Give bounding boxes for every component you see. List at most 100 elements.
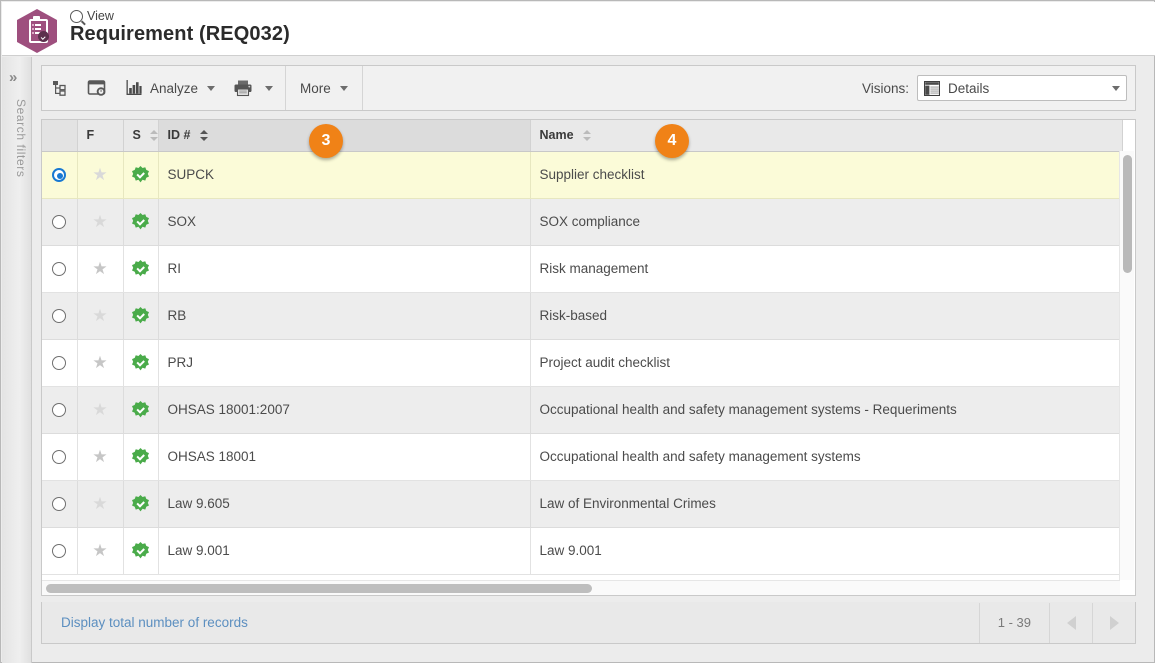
table-row[interactable]: ★ Law 9.605 Law of Environmental Crimes bbox=[42, 480, 1123, 528]
row-favorite-cell[interactable]: ★ bbox=[77, 339, 124, 387]
green-check-badge-icon[interactable] bbox=[132, 401, 149, 418]
table-horizontal-scrollbar[interactable] bbox=[42, 580, 1120, 595]
row-id-cell[interactable]: SOX bbox=[158, 198, 531, 246]
row-status-cell[interactable] bbox=[123, 245, 159, 293]
green-check-badge-icon[interactable] bbox=[132, 354, 149, 371]
row-status-cell[interactable] bbox=[123, 292, 159, 340]
row-favorite-cell[interactable]: ★ bbox=[77, 292, 124, 340]
star-icon[interactable]: ★ bbox=[92, 494, 107, 513]
green-check-badge-icon[interactable] bbox=[132, 448, 149, 465]
green-check-badge-icon[interactable] bbox=[132, 260, 149, 277]
chevron-down-icon[interactable] bbox=[265, 85, 274, 91]
column-header-status[interactable]: S bbox=[123, 120, 159, 152]
row-status-cell[interactable] bbox=[123, 386, 159, 434]
star-icon[interactable]: ★ bbox=[92, 212, 107, 231]
row-radio[interactable] bbox=[52, 403, 67, 418]
row-favorite-cell[interactable]: ★ bbox=[77, 245, 124, 293]
star-icon[interactable]: ★ bbox=[92, 447, 107, 466]
row-name-cell[interactable]: Law of Environmental Crimes bbox=[530, 480, 1123, 528]
chevron-down-icon[interactable] bbox=[207, 85, 216, 91]
row-favorite-cell[interactable]: ★ bbox=[77, 480, 124, 528]
column-header-id[interactable]: ID # bbox=[158, 120, 531, 152]
row-radio[interactable] bbox=[52, 262, 67, 277]
star-icon[interactable]: ★ bbox=[92, 353, 107, 372]
table-row[interactable]: ★ OHSAS 18001 Occupational health and sa… bbox=[42, 433, 1123, 481]
row-id-cell[interactable]: Law 9.001 bbox=[158, 527, 531, 575]
previous-page-button[interactable] bbox=[1049, 602, 1092, 643]
analyze-button[interactable]: Analyze bbox=[116, 66, 224, 110]
row-status-cell[interactable] bbox=[123, 480, 159, 528]
row-status-cell[interactable] bbox=[123, 433, 159, 481]
column-header-name[interactable]: Name bbox=[530, 120, 1123, 152]
green-check-badge-icon[interactable] bbox=[132, 542, 149, 559]
row-id-cell[interactable]: PRJ bbox=[158, 339, 531, 387]
row-name-cell[interactable]: Risk-based bbox=[530, 292, 1123, 340]
row-radio[interactable] bbox=[52, 497, 67, 512]
row-radio[interactable] bbox=[52, 309, 67, 324]
row-status-cell[interactable] bbox=[123, 527, 159, 575]
horizontal-scroll-thumb[interactable] bbox=[46, 584, 592, 593]
green-check-badge-icon[interactable] bbox=[132, 495, 149, 512]
row-select-cell[interactable] bbox=[42, 527, 78, 575]
table-row[interactable]: ★ SOX SOX compliance bbox=[42, 198, 1123, 246]
row-id-cell[interactable]: RB bbox=[158, 292, 531, 340]
table-row[interactable]: ★ OHSAS 18001:2007 Occupational health a… bbox=[42, 386, 1123, 434]
history-button[interactable] bbox=[78, 66, 116, 110]
row-radio[interactable] bbox=[52, 544, 67, 559]
row-favorite-cell[interactable]: ★ bbox=[77, 198, 124, 246]
row-select-cell[interactable] bbox=[42, 245, 78, 293]
row-name-cell[interactable]: Law 9.001 bbox=[530, 527, 1123, 575]
print-options-button[interactable] bbox=[263, 66, 285, 110]
row-select-cell[interactable] bbox=[42, 339, 78, 387]
green-check-badge-icon[interactable] bbox=[132, 166, 149, 183]
row-status-cell[interactable] bbox=[123, 339, 159, 387]
row-name-cell[interactable]: Occupational health and safety managemen… bbox=[530, 386, 1123, 434]
sort-arrows-icon[interactable] bbox=[199, 130, 208, 142]
row-select-cell[interactable] bbox=[42, 292, 78, 340]
star-icon[interactable]: ★ bbox=[92, 306, 107, 325]
row-id-cell[interactable]: RI bbox=[158, 245, 531, 293]
green-check-badge-icon[interactable] bbox=[132, 307, 149, 324]
visions-select[interactable]: Details bbox=[917, 75, 1127, 101]
vertical-scroll-thumb[interactable] bbox=[1123, 155, 1132, 273]
row-favorite-cell[interactable]: ★ bbox=[77, 433, 124, 481]
row-radio[interactable] bbox=[52, 450, 67, 465]
chevron-down-icon[interactable] bbox=[1112, 85, 1120, 91]
row-id-cell[interactable]: OHSAS 18001:2007 bbox=[158, 386, 531, 434]
star-icon[interactable]: ★ bbox=[92, 259, 107, 278]
star-icon[interactable]: ★ bbox=[92, 165, 107, 184]
more-button[interactable]: More bbox=[286, 66, 362, 110]
display-total-records-link[interactable]: Display total number of records bbox=[61, 615, 248, 630]
row-id-cell[interactable]: SUPCK bbox=[158, 151, 531, 199]
green-check-badge-icon[interactable] bbox=[132, 213, 149, 230]
sort-arrows-icon[interactable] bbox=[583, 130, 592, 142]
table-row[interactable]: ★ Law 9.001 Law 9.001 bbox=[42, 527, 1123, 575]
chevron-double-right-icon[interactable]: » bbox=[9, 69, 17, 86]
row-name-cell[interactable]: SOX compliance bbox=[530, 198, 1123, 246]
star-icon[interactable]: ★ bbox=[92, 541, 107, 560]
row-favorite-cell[interactable]: ★ bbox=[77, 527, 124, 575]
search-filters-rail[interactable]: » Search filters bbox=[2, 57, 32, 663]
view-breadcrumb[interactable]: View bbox=[70, 9, 114, 23]
row-status-cell[interactable] bbox=[123, 151, 159, 199]
star-icon[interactable]: ★ bbox=[92, 400, 107, 419]
print-button[interactable] bbox=[224, 66, 263, 110]
row-radio[interactable] bbox=[52, 356, 67, 371]
column-header-favorite[interactable]: F bbox=[77, 120, 124, 152]
row-status-cell[interactable] bbox=[123, 198, 159, 246]
row-select-cell[interactable] bbox=[42, 433, 78, 481]
row-id-cell[interactable]: Law 9.605 bbox=[158, 480, 531, 528]
table-row[interactable]: ★ RI Risk management bbox=[42, 245, 1123, 293]
table-vertical-scrollbar[interactable] bbox=[1119, 151, 1134, 580]
row-id-cell[interactable]: OHSAS 18001 bbox=[158, 433, 531, 481]
row-favorite-cell[interactable]: ★ bbox=[77, 151, 124, 199]
sort-arrows-icon[interactable] bbox=[150, 130, 159, 142]
row-name-cell[interactable]: Occupational health and safety managemen… bbox=[530, 433, 1123, 481]
row-select-cell[interactable] bbox=[42, 198, 78, 246]
table-row[interactable]: ★ SUPCK Supplier checklist bbox=[42, 151, 1123, 199]
row-radio[interactable] bbox=[52, 168, 67, 183]
row-name-cell[interactable]: Risk management bbox=[530, 245, 1123, 293]
row-select-cell[interactable] bbox=[42, 386, 78, 434]
row-select-cell[interactable] bbox=[42, 151, 78, 199]
table-row[interactable]: ★ PRJ Project audit checklist bbox=[42, 339, 1123, 387]
